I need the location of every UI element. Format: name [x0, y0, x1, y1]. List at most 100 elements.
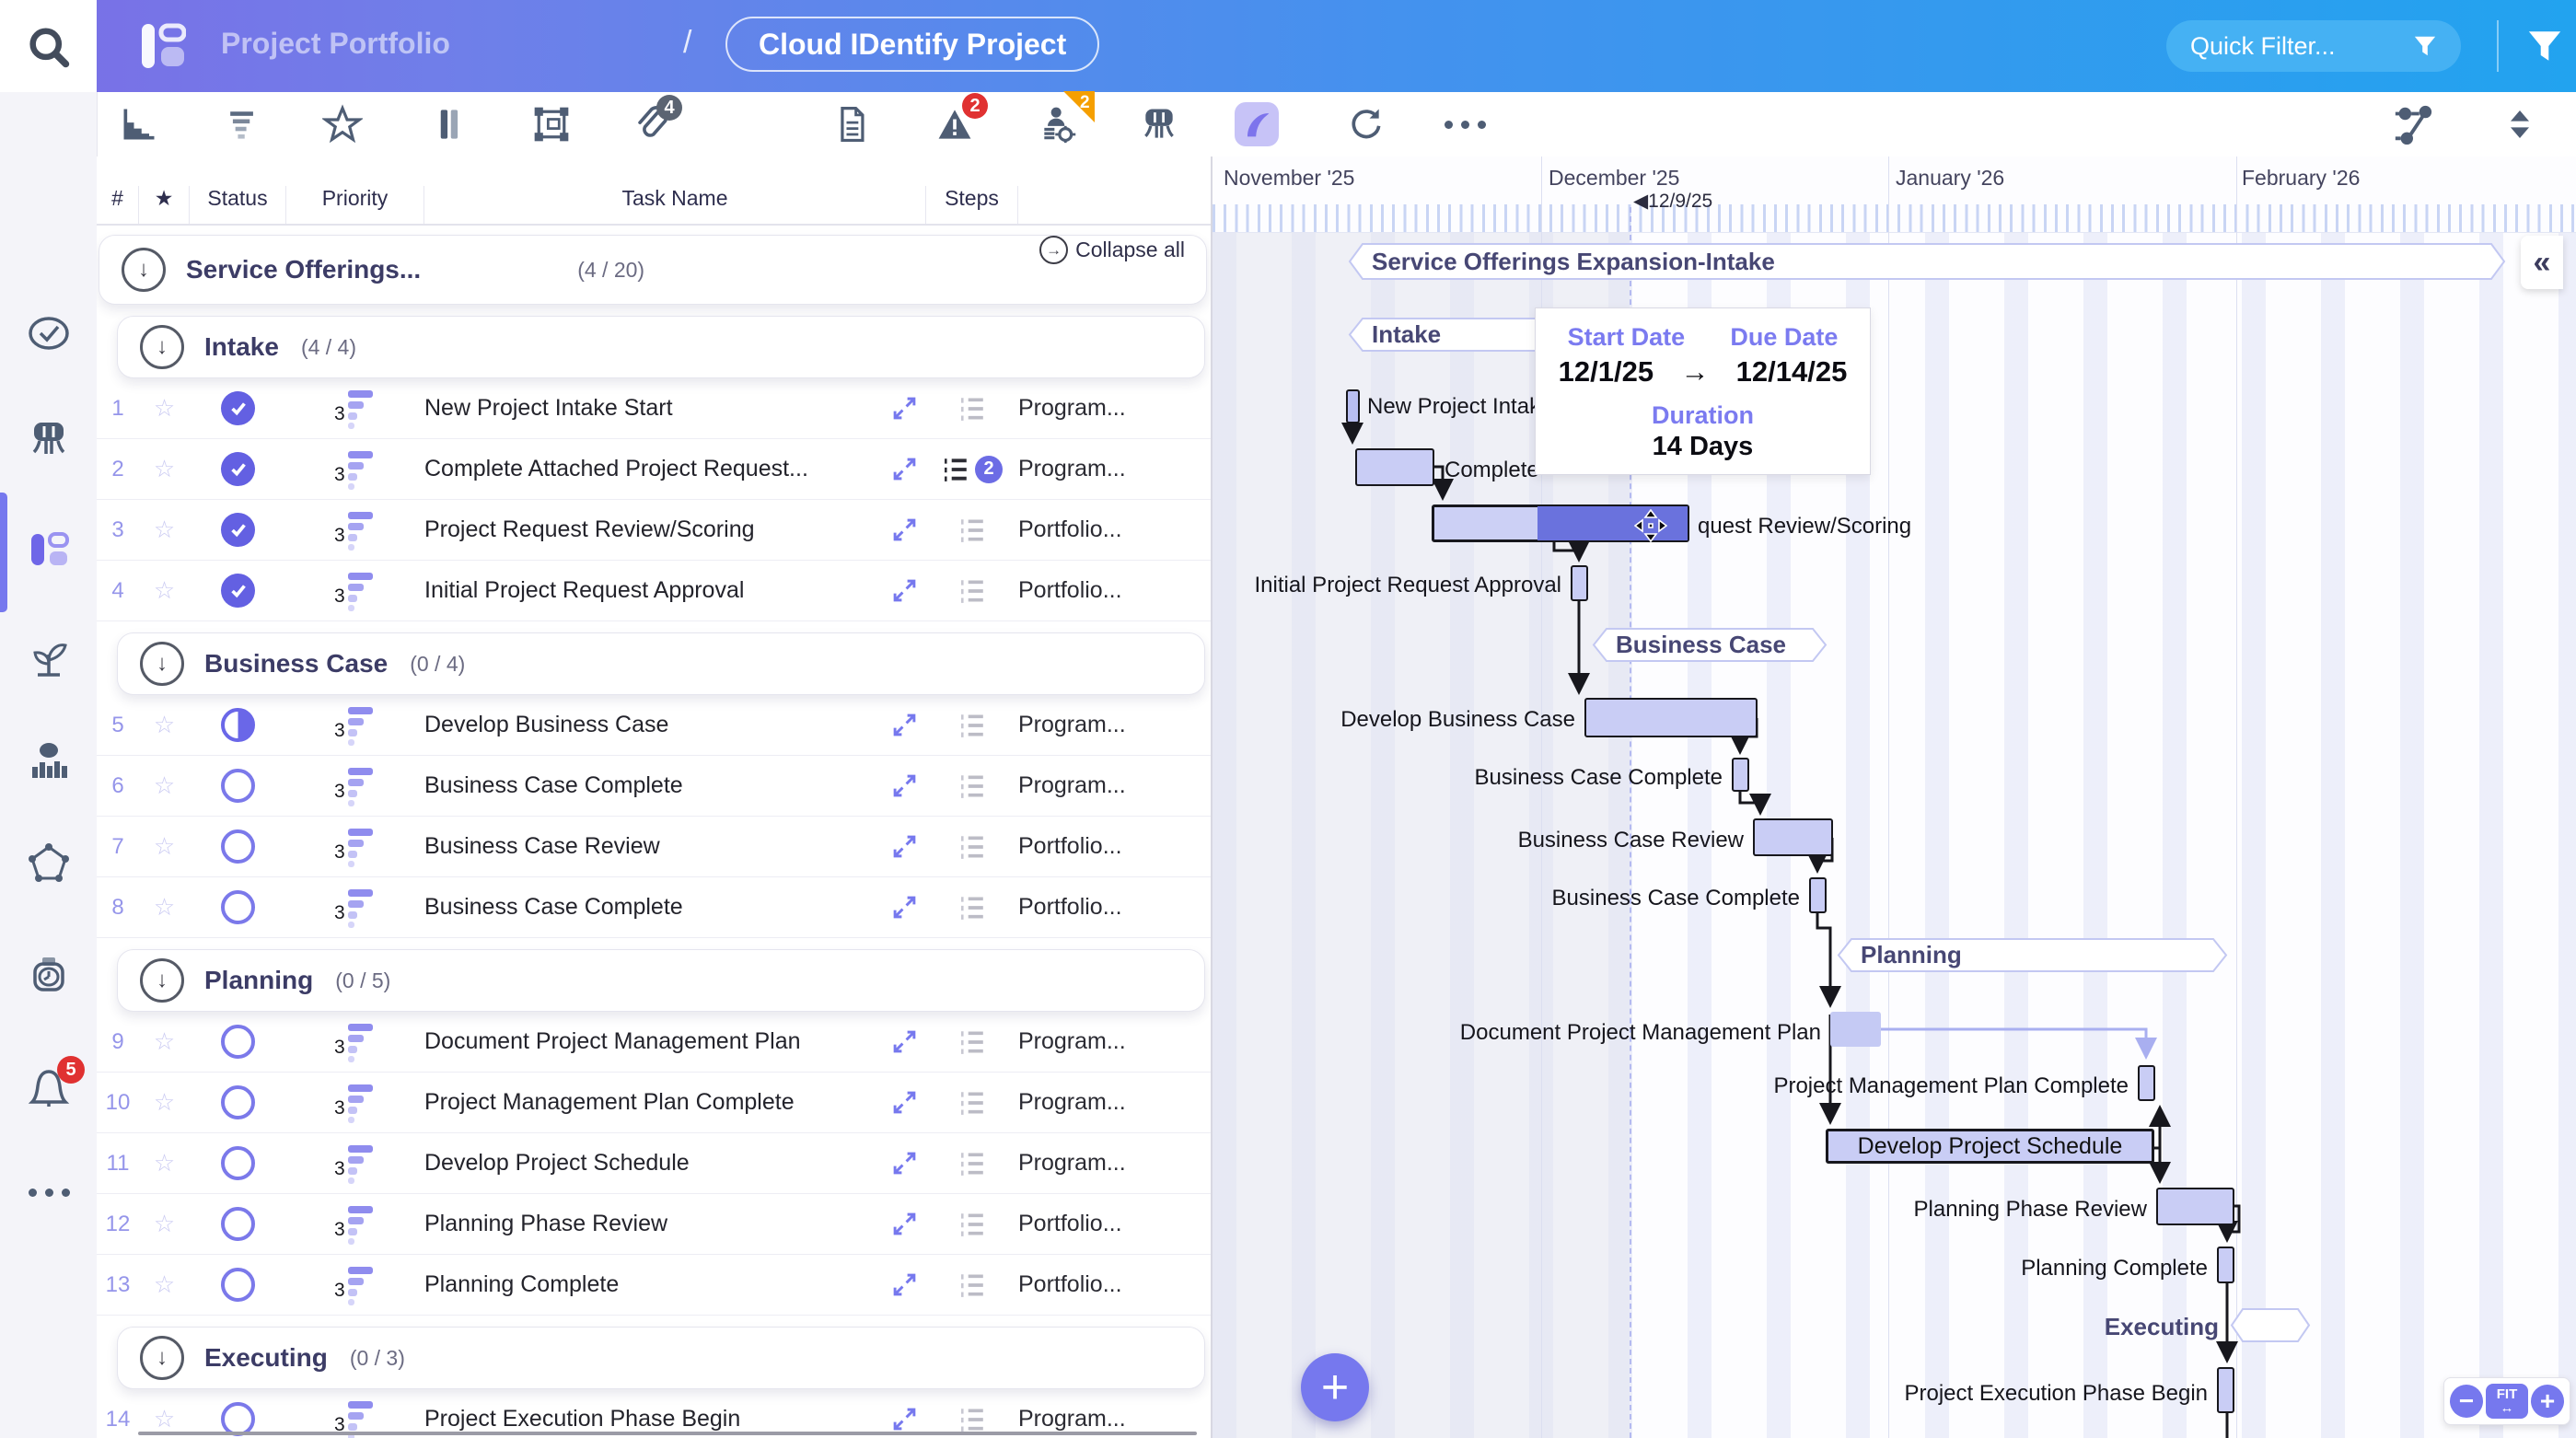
zoom-out-button[interactable]: − — [2450, 1385, 2483, 1418]
star-icon[interactable]: ☆ — [139, 832, 190, 861]
tasks-check-icon[interactable] — [26, 310, 72, 356]
star-icon[interactable]: ☆ — [139, 394, 190, 423]
priority-indicator[interactable]: 3 — [286, 704, 424, 747]
star-icon[interactable]: ☆ — [139, 1027, 190, 1056]
section-expand-icon[interactable]: ↓ — [140, 642, 184, 686]
task-name[interactable]: Project Request Review/Scoring — [424, 516, 755, 543]
priority-indicator[interactable]: 3 — [286, 1021, 424, 1063]
table-row[interactable]: 9 ☆ 3 Document Project Management Plan P… — [97, 1012, 1211, 1073]
task-name[interactable]: Document Project Management Plan — [424, 1028, 801, 1055]
section-expand-icon[interactable]: ↓ — [122, 248, 166, 292]
status-todo-icon[interactable] — [190, 1207, 286, 1241]
resources-icon[interactable]: 2 — [1036, 91, 1095, 146]
expand-task-icon[interactable] — [892, 1272, 917, 1297]
expand-collapse-rows-icon[interactable] — [2498, 102, 2542, 146]
steps-icon[interactable] — [926, 1271, 1018, 1299]
milestone-project-execution-begin[interactable] — [2217, 1367, 2234, 1413]
priority-indicator[interactable]: 3 — [286, 509, 424, 551]
bar-complete-attached[interactable] — [1355, 448, 1434, 486]
dependencies-icon[interactable] — [2391, 102, 2435, 146]
table-row[interactable]: 2 ☆ 3 Complete Attached Project Request.… — [97, 439, 1211, 500]
status-todo-icon[interactable] — [190, 1085, 286, 1119]
outline-view-icon[interactable] — [220, 102, 264, 146]
phase-bracket-root[interactable]: Service Offerings Expansion-Intake — [1348, 243, 2506, 280]
expand-task-icon[interactable] — [892, 1212, 917, 1236]
milestone-business-case-complete-2[interactable] — [1809, 877, 1827, 913]
col-star[interactable]: ★ — [139, 186, 190, 224]
columns-icon[interactable] — [426, 102, 470, 146]
steps-icon[interactable] — [926, 772, 1018, 800]
task-name[interactable]: Complete Attached Project Request... — [424, 456, 808, 482]
status-todo-icon[interactable] — [190, 829, 286, 864]
table-row[interactable]: 4 ☆ 3 Initial Project Request Approval P… — [97, 561, 1211, 621]
global-search-button[interactable] — [0, 0, 97, 92]
phase-bracket-planning[interactable]: Planning — [1837, 938, 2228, 972]
section-expand-icon[interactable]: ↓ — [140, 958, 184, 1003]
star-icon[interactable]: ☆ — [139, 1405, 190, 1433]
section-business-case[interactable]: ↓ Business Case (0 / 4) — [117, 632, 1205, 695]
task-name[interactable]: Planning Complete — [424, 1271, 619, 1298]
phase-bracket-executing[interactable] — [2230, 1308, 2311, 1342]
steps-icon[interactable] — [926, 1028, 1018, 1056]
notifications-bell-icon[interactable]: 5 — [26, 1056, 85, 1111]
expand-task-icon[interactable] — [892, 713, 917, 737]
steps-icon[interactable] — [926, 577, 1018, 605]
bar-document-pm-plan[interactable] — [1830, 1012, 1881, 1047]
bar-develop-project-schedule-selected[interactable]: Develop Project Schedule — [1826, 1129, 2154, 1164]
star-icon[interactable]: ☆ — [139, 455, 190, 483]
add-task-button[interactable]: + — [1301, 1353, 1369, 1421]
timer-icon[interactable] — [26, 953, 72, 999]
steps-icon[interactable] — [926, 395, 1018, 423]
col-status[interactable]: Status — [190, 186, 286, 224]
table-row[interactable]: 10 ☆ 3 Project Management Plan Complete … — [97, 1073, 1211, 1133]
steps-icon[interactable] — [926, 833, 1018, 861]
project-name-button[interactable]: Cloud IDentify Project — [725, 17, 1100, 72]
milestone-planning-complete[interactable] — [2217, 1247, 2234, 1283]
expand-task-icon[interactable] — [892, 578, 917, 603]
priority-indicator[interactable]: 3 — [286, 765, 424, 807]
section-planning[interactable]: ↓ Planning (0 / 5) — [117, 949, 1205, 1012]
task-name[interactable]: Planning Phase Review — [424, 1211, 667, 1237]
table-row[interactable]: 13 ☆ 3 Planning Complete Portfolio... — [97, 1255, 1211, 1316]
steps-icon[interactable] — [926, 712, 1018, 739]
task-name[interactable]: Business Case Complete — [424, 772, 683, 799]
task-name[interactable]: Initial Project Request Approval — [424, 577, 744, 604]
star-icon[interactable]: ☆ — [139, 516, 190, 544]
steps-icon[interactable] — [926, 516, 1018, 544]
milestone-new-project-intake[interactable] — [1346, 389, 1360, 423]
steps-icon[interactable] — [926, 894, 1018, 922]
priority-indicator[interactable]: 3 — [286, 1264, 424, 1306]
steps-icon[interactable]: 2 — [926, 455, 1018, 483]
favorites-icon[interactable] — [320, 102, 365, 146]
priority-indicator[interactable]: 3 — [286, 570, 424, 612]
col-number[interactable]: # — [97, 186, 139, 224]
collapse-all-button[interactable]: → Collapse all — [1039, 236, 1185, 264]
priority-indicator[interactable]: 3 — [286, 887, 424, 929]
task-name[interactable]: Develop Project Schedule — [424, 1150, 690, 1177]
expand-task-icon[interactable] — [892, 1151, 917, 1176]
table-row[interactable]: 11 ☆ 3 Develop Project Schedule Program.… — [97, 1133, 1211, 1194]
attachments-icon[interactable]: 4 — [629, 95, 682, 146]
refresh-icon[interactable] — [1343, 102, 1387, 146]
star-icon[interactable]: ☆ — [139, 576, 190, 605]
expand-task-icon[interactable] — [892, 517, 917, 542]
advanced-filter-icon[interactable] — [2526, 28, 2563, 64]
status-done-icon[interactable] — [190, 452, 286, 486]
section-intake[interactable]: ↓ Intake (4 / 4) — [117, 316, 1205, 378]
col-steps[interactable]: Steps — [926, 186, 1018, 224]
milestone-pm-plan-complete[interactable] — [2138, 1065, 2155, 1101]
active-tool-swoosh-icon[interactable] — [1235, 102, 1279, 146]
table-row[interactable]: 3 ☆ 3 Project Request Review/Scoring Por… — [97, 500, 1211, 561]
steps-icon[interactable] — [926, 1211, 1018, 1238]
quick-filter-button[interactable]: Quick Filter... — [2166, 20, 2461, 72]
priority-indicator[interactable]: 3 — [286, 1203, 424, 1246]
table-row[interactable]: 6 ☆ 3 Business Case Complete Program... — [97, 756, 1211, 817]
status-todo-icon[interactable] — [190, 769, 286, 803]
status-todo-icon[interactable] — [190, 1025, 286, 1059]
group-frame-icon[interactable] — [529, 102, 574, 146]
status-todo-icon[interactable] — [190, 890, 286, 924]
section-executing[interactable]: ↓ Executing (0 / 3) — [117, 1327, 1205, 1389]
table-row[interactable]: 1 ☆ 3 New Project Intake Start Program..… — [97, 378, 1211, 439]
milestone-business-case-complete[interactable] — [1732, 758, 1749, 792]
board-nav-icon[interactable] — [26, 416, 72, 462]
